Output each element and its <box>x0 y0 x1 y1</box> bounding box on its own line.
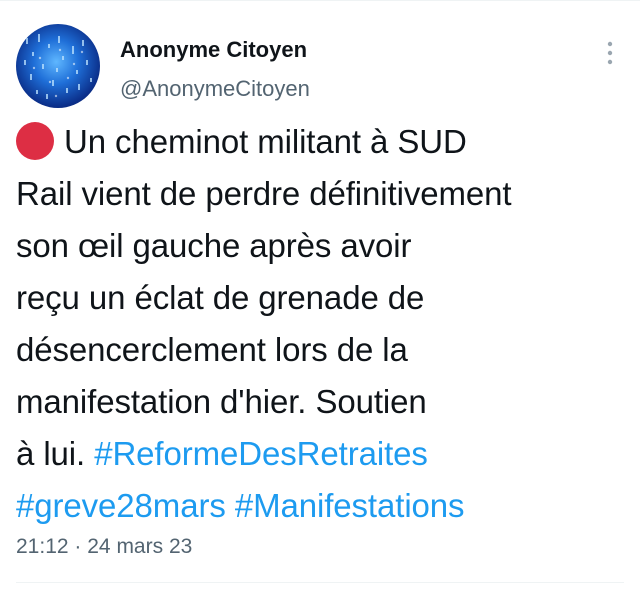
tweet-timestamp[interactable]: 21:12 · 24 mars 23 <box>16 534 192 560</box>
tweet-line: son œil gauche après avoir <box>16 227 412 264</box>
tweet-line: désencerclement lors de la <box>16 331 408 368</box>
tweet-date[interactable]: 24 mars 23 <box>87 535 192 558</box>
tweet-line-text: à lui. <box>16 435 86 472</box>
hashtag-link[interactable]: #Manifestations <box>235 487 465 524</box>
tweet-line-text: Un cheminot militant à SUD <box>64 123 467 160</box>
author-handle[interactable]: @AnonymeCitoyen <box>120 75 310 103</box>
top-divider <box>0 0 640 1</box>
more-options-button[interactable] <box>598 38 622 68</box>
author-name[interactable]: Anonyme Citoyen <box>120 36 307 64</box>
red-circle-emoji-icon <box>16 122 54 160</box>
tweet-text: Un cheminot militant à SUD Rail vient de… <box>16 116 628 532</box>
tweet-line: manifestation d'hier. Soutien <box>16 383 427 420</box>
tweet-line: #greve28mars #Manifestations <box>16 480 628 532</box>
avatar[interactable] <box>16 24 100 108</box>
tweet-time[interactable]: 21:12 <box>16 535 69 558</box>
tweet-line: Un cheminot militant à SUD <box>16 116 628 168</box>
tweet-line: à lui. #ReformeDesRetraites <box>16 428 628 480</box>
tweet-line: Rail vient de perdre définitivement <box>16 175 512 212</box>
binary-pattern-avatar-image <box>24 34 92 99</box>
timestamp-separator: · <box>74 535 82 558</box>
hashtag-link[interactable]: #greve28mars <box>16 487 226 524</box>
vertical-ellipsis-icon <box>607 41 613 65</box>
bottom-divider <box>16 582 624 583</box>
hashtag-link[interactable]: #ReformeDesRetraites <box>94 435 428 472</box>
tweet-line: reçu un éclat de grenade de <box>16 279 425 316</box>
